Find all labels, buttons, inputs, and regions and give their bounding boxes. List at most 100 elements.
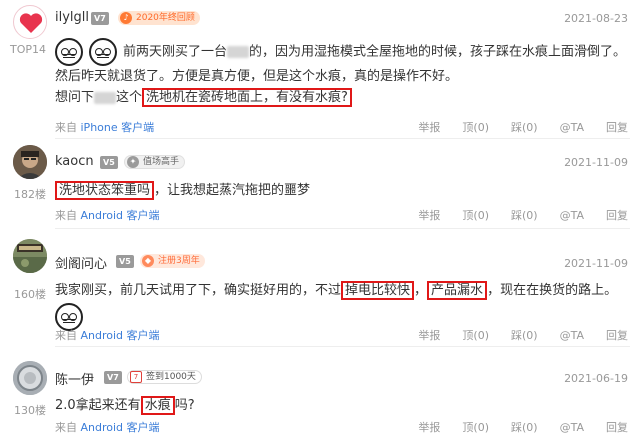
level-badge: V5	[116, 255, 134, 268]
comment-source: 来自 Android 客户端	[55, 327, 160, 343]
comment-date: 2021-08-23	[564, 12, 628, 25]
medal-badge: 7 签到1000天	[127, 370, 202, 384]
cake-icon: ◆	[142, 255, 154, 267]
level-badge: V7	[91, 12, 109, 25]
text-segment: 想问下	[55, 90, 95, 105]
medal-badge: ◆ 注册3周年	[140, 254, 205, 268]
text-segment: ，	[414, 283, 428, 298]
comment-date: 2021-11-09	[564, 156, 628, 169]
badge-label: 值场高手	[143, 157, 180, 167]
avatar[interactable]	[13, 361, 47, 395]
report-button[interactable]: 举报	[418, 121, 440, 134]
badge-label: 2020年终回顾	[136, 13, 195, 23]
username[interactable]: 陈一伊	[55, 369, 94, 388]
mention-button[interactable]: @TA	[560, 421, 584, 433]
medal-badge: ✦ 值场高手	[124, 155, 186, 169]
downvote-button[interactable]: 踩(0)	[511, 329, 538, 342]
comment-text: 前两天刚买了一台 的，因为用湿拖模式全屋拖地的时候，孩子踩在水痕上面滑倒了。	[55, 38, 626, 66]
downvote-button[interactable]: 踩(0)	[511, 121, 538, 134]
level-badge: V7	[104, 371, 122, 384]
avatar[interactable]	[13, 239, 47, 273]
comment-text: 然后昨天就退货了。方便是真方便，但是这个水痕，真的是操作不好。	[55, 69, 459, 84]
coin-photo-icon	[13, 361, 47, 395]
reply-button[interactable]: 回复	[606, 121, 628, 134]
downvote-button[interactable]: 踩(0)	[511, 209, 538, 222]
medal-badge: ♪ 2020年终回顾	[118, 11, 200, 25]
username[interactable]: ilylgll	[55, 10, 89, 25]
text-segment: 前两天刚买了一台	[123, 44, 228, 60]
upvote-button[interactable]: 顶(0)	[462, 329, 489, 342]
calendar-icon: 7	[130, 371, 142, 383]
upvote-button[interactable]: 顶(0)	[462, 121, 489, 134]
username[interactable]: 剑阁问心	[55, 253, 107, 272]
reply-button[interactable]: 回复	[606, 421, 628, 433]
comment-source: 来自 Android 客户端	[55, 207, 160, 223]
mention-button[interactable]: @TA	[560, 209, 584, 222]
client-link[interactable]: Android 客户端	[81, 209, 160, 222]
redacted-text	[227, 46, 250, 58]
upvote-button[interactable]: 顶(0)	[462, 209, 489, 222]
comment-text: 想问下 这个 洗地机在瓷砖地面上，有没有水痕?	[55, 87, 352, 108]
comment-actions: 举报 顶(0) 踩(0) @TA 回复	[396, 327, 628, 343]
text-segment: 我家刚买，前几天试用了下，确实挺好用的，不过	[55, 283, 342, 298]
comment-item: TOP14 ilylgll V7 ♪ 2020年终回顾 2021-08-23 前…	[0, 0, 640, 138]
badge-label: 注册3周年	[158, 256, 200, 266]
mention-button[interactable]: @TA	[560, 121, 584, 134]
floor-number: 182楼	[14, 188, 46, 201]
medal-icon: ✦	[127, 156, 139, 168]
comment-actions: 举报 顶(0) 踩(0) @TA 回复	[396, 207, 628, 223]
text-segment: 的，因为用湿拖模式全屋拖地的时候，孩子踩在水痕上面滑倒了。	[249, 44, 627, 60]
source-prefix: 来自	[55, 121, 77, 134]
comment-item: 182楼 kaocn V5 ✦ 值场高手 2021-11-09 洗地状态笨重吗，…	[0, 139, 640, 227]
report-button[interactable]: 举报	[418, 329, 440, 342]
reply-button[interactable]: 回复	[606, 329, 628, 342]
smirk-emoji-icon	[89, 38, 117, 66]
redacted-text	[94, 91, 117, 104]
client-link[interactable]: Android 客户端	[81, 329, 160, 342]
text-segment: 2.0拿起来还有	[55, 398, 141, 413]
text-segment: ，现在在换货的路上。	[487, 283, 618, 298]
heart-avatar-icon	[15, 7, 46, 38]
level-badge: V5	[100, 156, 118, 169]
avatar[interactable]	[13, 145, 47, 179]
downvote-button[interactable]: 踩(0)	[511, 421, 538, 433]
text-segment: 这个	[116, 90, 143, 105]
mention-button[interactable]: @TA	[560, 329, 584, 342]
avatar[interactable]	[13, 5, 47, 39]
client-link[interactable]: iPhone 客户端	[81, 121, 155, 134]
smirk-emoji-icon	[55, 38, 83, 66]
floor-number: TOP14	[9, 43, 46, 56]
comment-actions: 举报 顶(0) 踩(0) @TA 回复	[396, 119, 628, 135]
comment-actions: 举报 顶(0) 踩(0) @TA 回复	[396, 419, 628, 433]
report-button[interactable]: 举报	[418, 209, 440, 222]
floor-number: 160楼	[14, 288, 46, 301]
username[interactable]: kaocn	[55, 154, 94, 169]
comment-text: 洗地状态笨重吗 ，让我想起蒸汽拖把的噩梦	[55, 180, 310, 201]
comment-source: 来自 Android 客户端	[55, 419, 160, 433]
comment-source: 来自 iPhone 客户端	[55, 119, 154, 135]
highlighted-text: 水痕	[140, 396, 175, 415]
comment-date: 2021-11-09	[564, 257, 628, 270]
floor-number: 130楼	[14, 404, 46, 417]
source-prefix: 来自	[55, 421, 77, 433]
comment-text: 我家刚买，前几天试用了下，确实挺好用的，不过 掉电比较快，产品漏水 ，现在在换货的路…	[55, 280, 617, 301]
comment-item: 130楼 陈一伊 V7 7 签到1000天 2021-06-19 2.0拿起来还…	[0, 347, 640, 433]
highlighted-text: 洗地状态笨重吗	[55, 181, 155, 200]
highlighted-text: 掉电比较快	[341, 281, 415, 300]
source-prefix: 来自	[55, 329, 77, 342]
trumpet-icon: ♪	[120, 12, 132, 24]
report-button[interactable]: 举报	[418, 421, 440, 433]
highlighted-text: 洗地机在瓷砖地面上，有没有水痕?	[142, 88, 352, 107]
comment-text: 2.0拿起来还有 水痕 吗?	[55, 395, 195, 416]
person-photo-icon	[13, 145, 47, 179]
upvote-button[interactable]: 顶(0)	[462, 421, 489, 433]
text-segment: ，让我想起蒸汽拖把的噩梦	[154, 183, 311, 198]
comment-date: 2021-06-19	[564, 372, 628, 385]
client-link[interactable]: Android 客户端	[81, 421, 160, 433]
text-segment: 吗?	[174, 398, 195, 413]
comment-item: 160楼 剑阁问心 V5 ◆ 注册3周年 2021-11-09 我家刚买，前几天…	[0, 229, 640, 345]
badge-label: 签到1000天	[146, 372, 196, 382]
sign-photo-icon	[13, 239, 47, 273]
reply-button[interactable]: 回复	[606, 209, 628, 222]
highlighted-text: 产品漏水	[427, 281, 488, 300]
